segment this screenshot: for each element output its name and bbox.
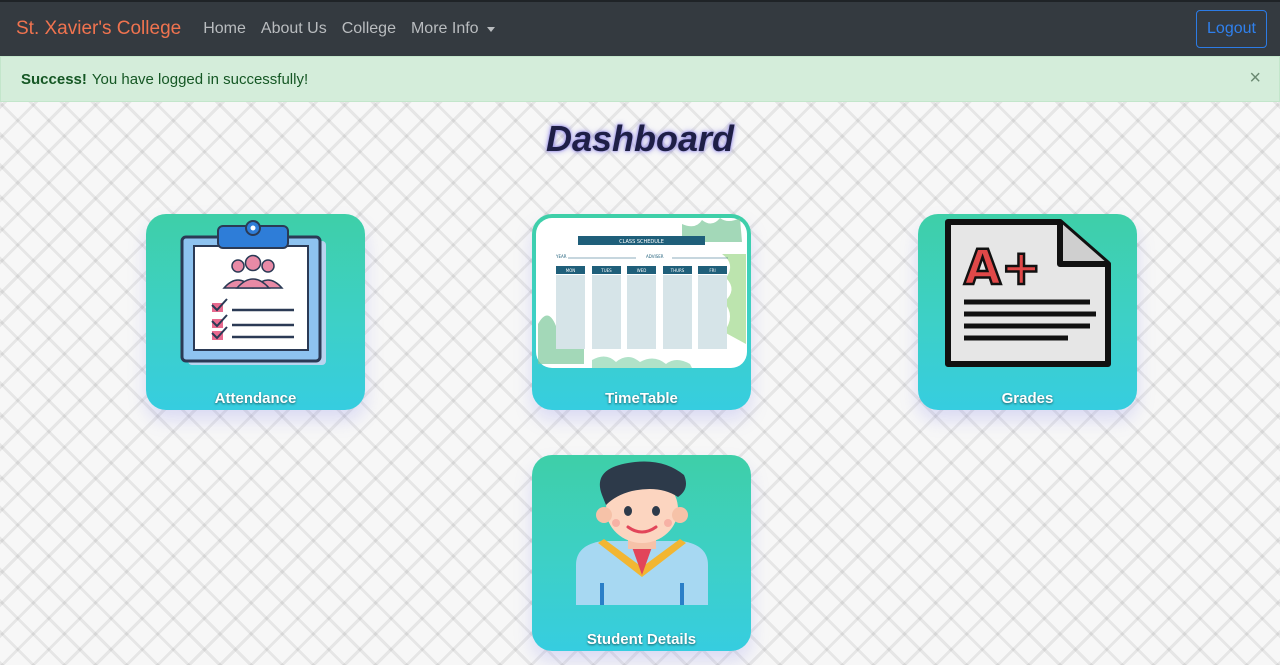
schedule-adviser-label: ADVISER <box>646 254 664 259</box>
grade-text: A+ <box>964 240 1041 296</box>
attendance-card[interactable]: Attendance <box>146 214 365 410</box>
brand-link[interactable]: St. Xavier's College <box>16 18 181 40</box>
navbar: St. Xavier's College Home About Us Colle… <box>0 0 1280 56</box>
alert-message: You have logged in successfully! <box>91 70 309 88</box>
grades-card[interactable]: A+ Grades <box>918 214 1137 410</box>
nav-more-info-label: More Info <box>410 20 479 37</box>
page-title: Dashboard <box>545 118 735 159</box>
close-icon[interactable]: × <box>1249 68 1261 88</box>
timetable-label: TimeTable <box>605 390 678 407</box>
alert-strong: Success! <box>21 70 87 88</box>
timetable-card[interactable]: CLASS SCHEDULE YEAR ADVISER MON TUES WED… <box>532 214 751 410</box>
grades-label: Grades <box>1001 390 1054 407</box>
student-details-label: Student Details <box>586 631 697 648</box>
caret-down-icon <box>486 26 495 32</box>
schedule-heading: CLASS SCHEDULE <box>619 239 664 245</box>
schedule-day-mon: MON <box>566 268 576 273</box>
a-plus-grade-icon: A+ <box>945 219 1111 367</box>
logout-button[interactable]: Logout <box>1196 10 1267 48</box>
schedule-day-tues: TUES <box>600 268 612 273</box>
schedule-day-thurs: THURS <box>670 268 685 273</box>
student-details-card[interactable]: Student Details <box>532 455 751 651</box>
nav-more-info-dropdown[interactable]: More Info <box>411 20 495 38</box>
schedule-day-wed: WED <box>637 268 647 273</box>
clipboard-checklist-icon <box>180 220 326 365</box>
attendance-label: Attendance <box>214 390 297 407</box>
class-schedule-icon: CLASS SCHEDULE YEAR ADVISER MON TUES WED… <box>536 218 747 368</box>
nav-college[interactable]: College <box>342 20 396 38</box>
schedule-year-label: YEAR <box>555 254 567 259</box>
schedule-day-fri: FRI <box>709 268 715 273</box>
nav-about-us[interactable]: About Us <box>261 20 327 38</box>
nav-home[interactable]: Home <box>203 20 246 38</box>
student-graduate-icon <box>576 461 708 605</box>
success-alert: Success! You have logged in successfully… <box>0 56 1280 102</box>
